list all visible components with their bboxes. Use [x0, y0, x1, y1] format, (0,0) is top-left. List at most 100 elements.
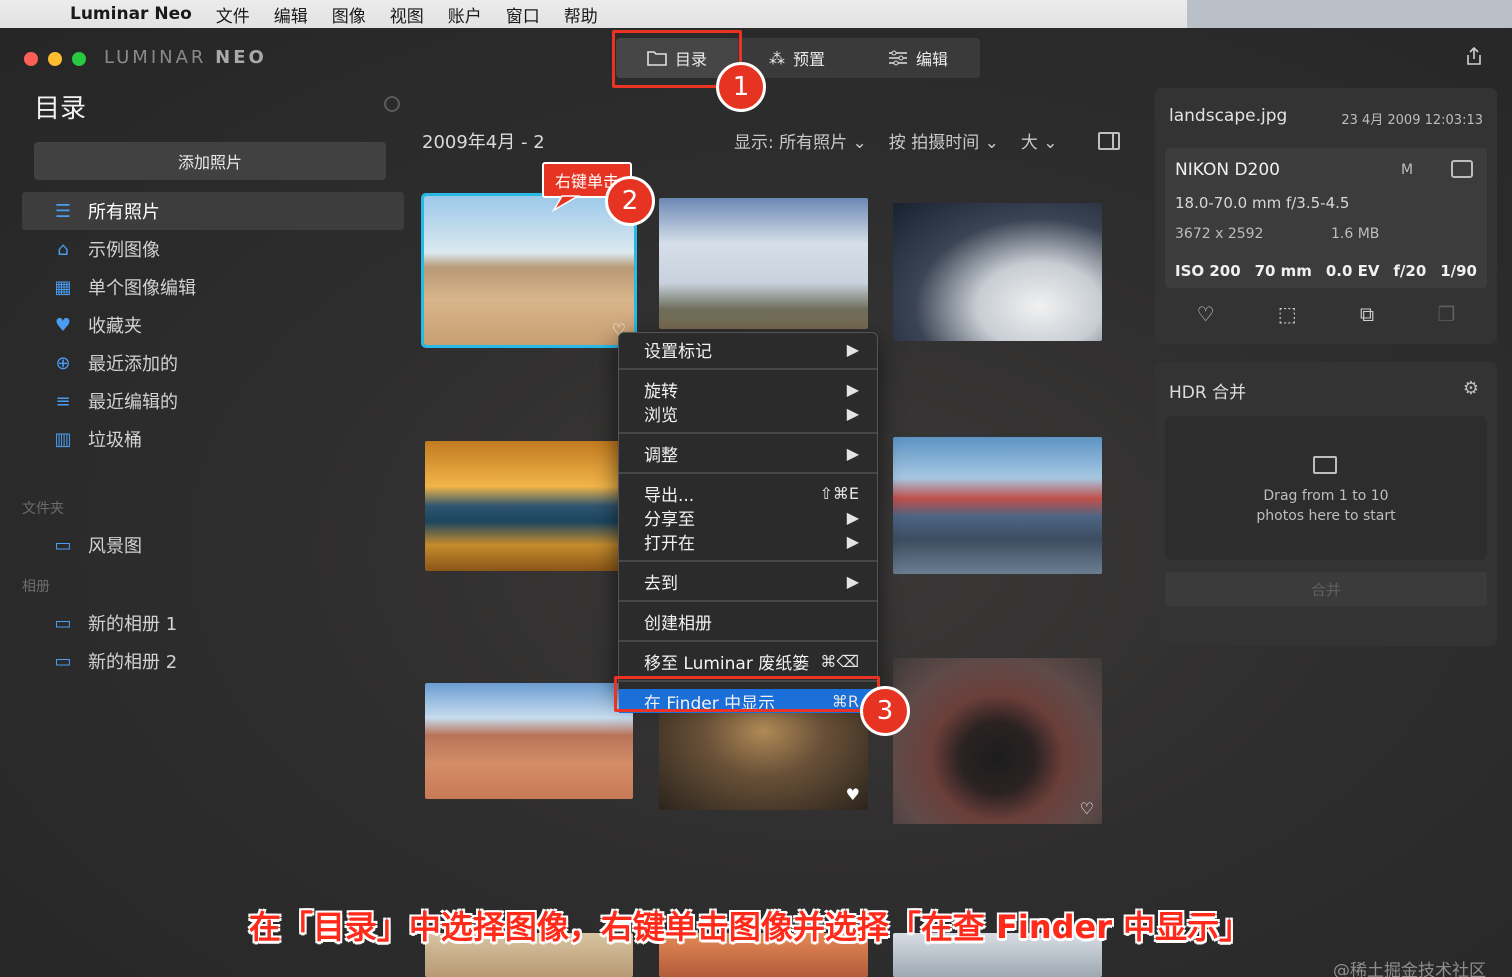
image-actions: ♡ ⬚ ⧉ ❐: [1155, 302, 1497, 326]
albums-list: ▭ 新的相册 1 ▭ 新的相册 2: [22, 604, 404, 680]
heart-icon[interactable]: ♥: [846, 785, 860, 804]
menu-separator: [619, 432, 877, 434]
merge-button[interactable]: 合并: [1165, 572, 1487, 606]
sort-dropdown[interactable]: 按 拍摄时间 ⌄: [889, 128, 999, 153]
gear-icon[interactable]: ⚙: [1463, 378, 1479, 399]
photo-thumbnail[interactable]: [893, 437, 1102, 574]
photo-thumbnail[interactable]: [893, 203, 1102, 341]
copy-icon[interactable]: ❐: [1437, 302, 1455, 326]
menu-item-browse[interactable]: 浏览 ▶: [619, 401, 877, 426]
menu-window[interactable]: 窗口: [506, 2, 540, 27]
sidebar-item-all-photos[interactable]: ☰ 所有照片: [22, 192, 404, 230]
gallery-controls: 显示: 所有照片 ⌄ 按 拍摄时间 ⌄ 大 ⌄: [734, 128, 1058, 153]
menu-bar-right-area: [1187, 0, 1512, 28]
chevron-down-icon: ⌄: [1043, 133, 1058, 153]
capture-date: 23 4月 2009 12:03:13: [1341, 113, 1483, 128]
chevron-down-icon: ⌄: [984, 133, 999, 153]
sidebar-item-folder[interactable]: ▭ 风景图: [22, 526, 404, 564]
sidebar-item-single-edits[interactable]: ▦ 单个图像编辑: [22, 268, 404, 306]
close-window-button[interactable]: [24, 52, 38, 66]
fullscreen-window-button[interactable]: [72, 52, 86, 66]
menu-item-label: 设置标记: [644, 341, 712, 362]
sidebar-item-label: 垃圾桶: [88, 430, 142, 451]
menu-item-move-to-trash[interactable]: 移至 Luminar 废纸篓 ⌘⌫: [619, 649, 877, 674]
menu-item-label: 打开在: [644, 533, 695, 554]
photo-thumbnail[interactable]: [659, 198, 868, 329]
search-icon[interactable]: [384, 96, 400, 112]
menu-separator: [619, 472, 877, 474]
menu-help[interactable]: 帮助: [564, 2, 598, 27]
exif-box: NIKON D200 M 18.0-70.0 mm f/3.5-4.5 3672…: [1165, 148, 1487, 288]
sidebar-item-album-2[interactable]: ▭ 新的相册 2: [22, 642, 404, 680]
sidebar-item-label: 最近添加的: [88, 354, 178, 375]
submenu-arrow-icon: ▶: [846, 443, 859, 463]
sidebar-item-favorites[interactable]: ♥ 收藏夹: [22, 306, 404, 344]
sidebar-item-label: 单个图像编辑: [88, 278, 196, 299]
menu-item-rotate[interactable]: 旋转 ▶: [619, 377, 877, 402]
tab-edit-label: 编辑: [915, 50, 948, 69]
menu-app-name[interactable]: Luminar Neo: [70, 4, 192, 24]
window-controls: [24, 52, 86, 66]
camera-icon: [1451, 160, 1473, 178]
menu-item-share-to[interactable]: 分享至 ▶: [619, 505, 877, 530]
menu-image[interactable]: 图像: [332, 2, 366, 27]
menu-item-label: 创建相册: [644, 613, 712, 634]
step-badge-3: 3: [860, 686, 910, 736]
step-badge-2: 2: [605, 176, 655, 226]
minimize-window-button[interactable]: [48, 52, 62, 66]
photo-thumbnail[interactable]: [425, 683, 633, 799]
menu-item-adjust[interactable]: 调整 ▶: [619, 441, 877, 466]
heart-icon[interactable]: ♡: [1080, 799, 1094, 818]
menu-item-create-album[interactable]: 创建相册: [619, 609, 877, 634]
show-filter[interactable]: 显示: 所有照片 ⌄: [734, 128, 867, 153]
rotate-icon[interactable]: ⬚: [1278, 302, 1297, 326]
photo-thumbnail[interactable]: ♡: [893, 658, 1102, 824]
image-info-panel: landscape.jpg 23 4月 2009 12:03:13 NIKON …: [1155, 88, 1497, 344]
toggle-panel-icon[interactable]: [1098, 132, 1120, 150]
step-badge-1: 1: [716, 62, 766, 112]
app-logo: LUMINAR NEO: [104, 47, 267, 68]
show-label: 显示:: [734, 133, 774, 153]
menu-view[interactable]: 视图: [390, 2, 424, 27]
tutorial-caption: 在「目录」中选择图像，右键单击图像并选择「在查 Finder 中显示」: [248, 908, 1252, 946]
sort-value: 按 拍摄时间: [888, 133, 980, 153]
sidebar-item-recently-added[interactable]: ⊕ 最近添加的: [22, 344, 404, 382]
exposure-mode: M: [1401, 162, 1414, 178]
sidebar-nav: ☰ 所有照片 ⌂ 示例图像 ▦ 单个图像编辑 ♥ 收藏夹 ⊕ 最近添加的 ≡ 最近编辑的 ▥…: [22, 192, 404, 458]
submenu-arrow-icon: ▶: [846, 531, 859, 551]
photo-thumbnail[interactable]: [425, 441, 620, 571]
sidebar-item-sample-images[interactable]: ⌂ 示例图像: [22, 230, 404, 268]
focal-length: 70 mm: [1254, 262, 1312, 280]
folder-icon: ▭: [54, 534, 72, 556]
menu-file[interactable]: 文件: [216, 2, 250, 27]
menu-item-export[interactable]: 导出... ⇧⌘E: [619, 481, 877, 506]
share-icon[interactable]: [1464, 46, 1484, 66]
sidebar-item-recently-edited[interactable]: ≡ 最近编辑的: [22, 382, 404, 420]
menu-account[interactable]: 账户: [448, 2, 482, 27]
chevron-down-icon: ⌄: [852, 133, 867, 153]
sidebar-item-album-1[interactable]: ▭ 新的相册 1: [22, 604, 404, 642]
menu-edit[interactable]: 编辑: [274, 2, 308, 27]
date-range: 2009年4月 - 2: [422, 132, 545, 153]
sidebar-item-trash[interactable]: ▥ 垃圾桶: [22, 420, 404, 458]
sliders-icon: [888, 50, 907, 66]
heart-icon[interactable]: ♡: [1197, 302, 1215, 326]
menu-item-open-in[interactable]: 打开在 ▶: [619, 529, 877, 554]
file-name: landscape.jpg: [1169, 106, 1288, 126]
photo-thumbnail[interactable]: ♡: [421, 193, 637, 348]
add-photos-button[interactable]: 添加照片: [34, 142, 386, 180]
menu-item-shortcut: ⌘⌫: [820, 651, 859, 671]
sidebar-item-label: 示例图像: [88, 240, 160, 261]
lens-info: 18.0-70.0 mm f/3.5-4.5: [1175, 194, 1350, 212]
crop-icon[interactable]: ⧉: [1360, 302, 1374, 326]
menu-item-set-flag[interactable]: 设置标记 ▶: [619, 337, 877, 362]
tab-edit[interactable]: 编辑: [856, 38, 980, 78]
menu-separator: [619, 368, 877, 370]
menu-item-label: 导出...: [644, 485, 695, 506]
show-value: 所有照片: [779, 133, 848, 153]
hdr-drop-zone[interactable]: Drag from 1 to 10 photos here to start: [1165, 416, 1487, 560]
menu-item-go-to[interactable]: 去到 ▶: [619, 569, 877, 594]
submenu-arrow-icon: ▶: [846, 507, 859, 527]
thumb-size-dropdown[interactable]: 大 ⌄: [1021, 128, 1058, 153]
callout-pointer: [552, 195, 581, 212]
